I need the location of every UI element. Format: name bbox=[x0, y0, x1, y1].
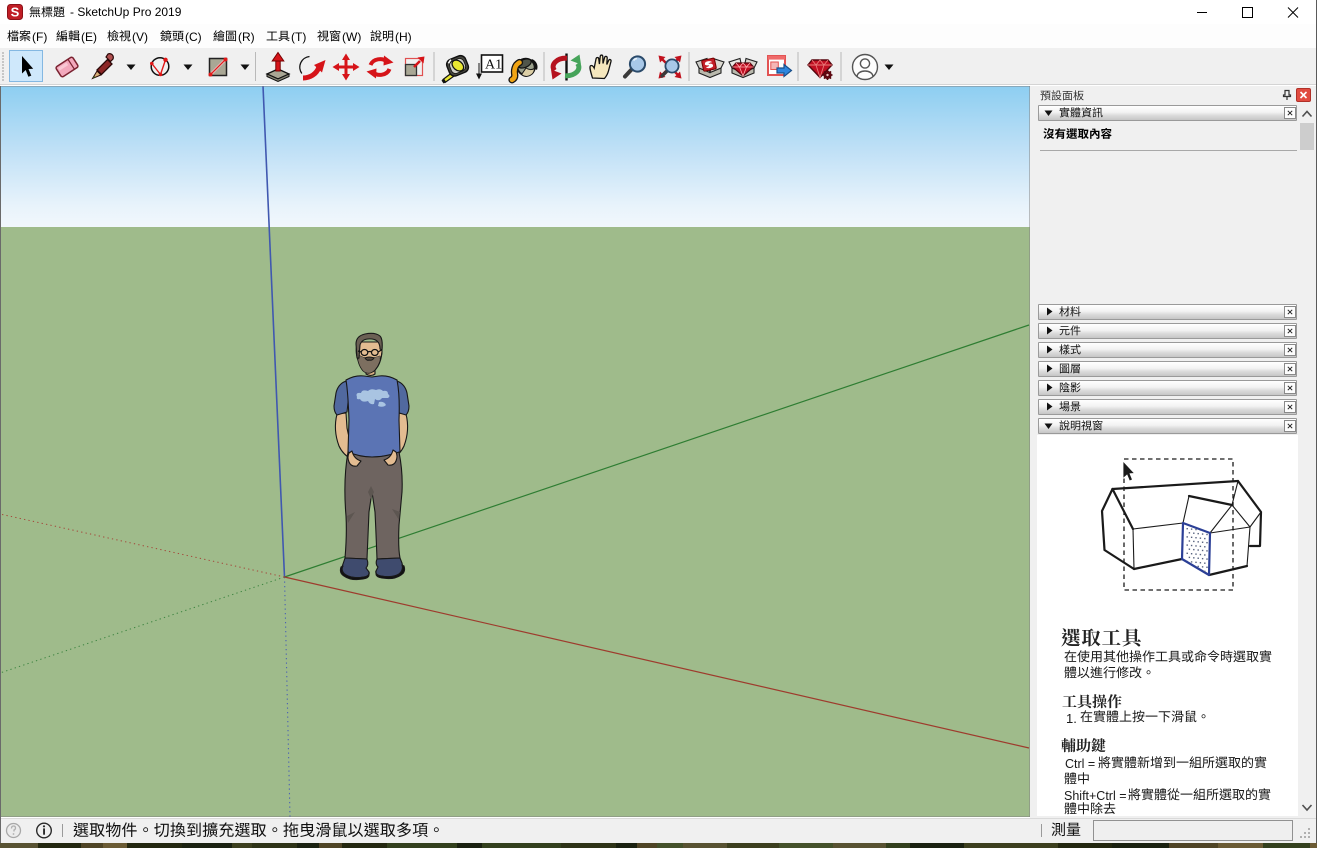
svg-text:A1: A1 bbox=[485, 58, 502, 73]
svg-text:S: S bbox=[11, 5, 20, 20]
